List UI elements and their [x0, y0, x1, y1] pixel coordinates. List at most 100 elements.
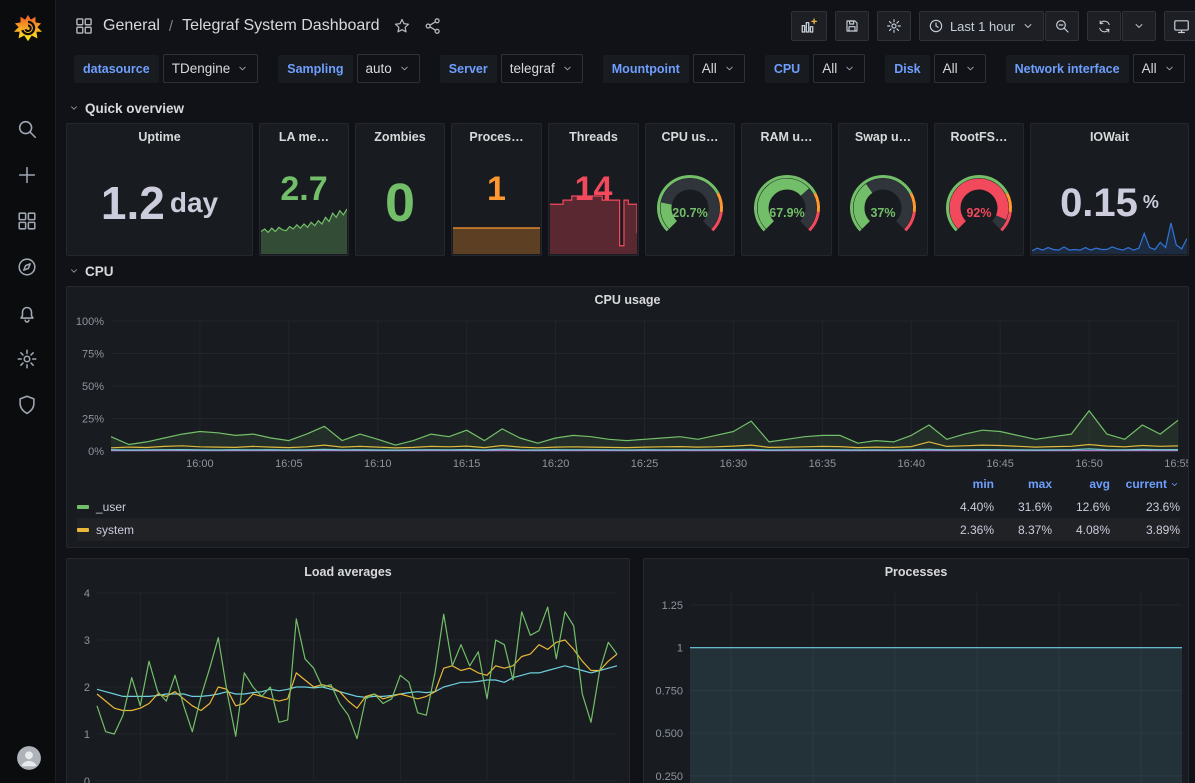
save-dashboard-button[interactable] [835, 11, 869, 41]
stat-panel-iowait: IOWait0.15% [1030, 123, 1189, 256]
stat-value-area: 67.9% [742, 150, 831, 255]
sparkline [1032, 221, 1187, 254]
stat-panel-uptime: Uptime1.2day [66, 123, 253, 256]
top-navbar: General / Telegraf System Dashboard Last… [56, 0, 1195, 52]
series-name: system [96, 523, 134, 537]
section-cpu[interactable]: CPU [66, 256, 1189, 286]
sidebar-item-explore[interactable] [16, 256, 40, 280]
panel-title[interactable]: Proces… [452, 124, 541, 150]
share-icon[interactable] [424, 17, 442, 35]
breadcrumb: General / Telegraf System Dashboard [74, 16, 442, 36]
panel-title[interactable]: RootFS… [935, 124, 1023, 150]
grafana-logo[interactable] [0, 0, 56, 56]
page-title[interactable]: Telegraf System Dashboard [182, 17, 379, 35]
sidebar-item-add[interactable] [16, 164, 40, 188]
variable-value-dropdown[interactable]: All [693, 54, 745, 83]
series-color-swatch[interactable] [77, 528, 89, 532]
chevron-down-icon [1169, 479, 1180, 490]
add-panel-button[interactable] [791, 11, 827, 41]
panel-title[interactable]: CPU usage [67, 287, 1188, 313]
stat-value: 14 [575, 172, 613, 206]
legend-sort-avg[interactable]: avg [1052, 477, 1110, 491]
legend-header-label: avg [1089, 477, 1110, 491]
legend-header-label: max [1028, 477, 1052, 491]
svg-text:4: 4 [84, 588, 90, 600]
panel-title[interactable]: RAM u… [742, 124, 831, 150]
sidebar-item-server-admin[interactable] [16, 394, 40, 418]
stat-panel-threads: Threads 14 [548, 123, 639, 256]
panel-title[interactable]: Swap u… [839, 124, 927, 150]
panel-title[interactable]: Load averages [67, 559, 629, 585]
zoom-out-button[interactable] [1045, 11, 1079, 41]
panel-title[interactable]: Uptime [67, 124, 252, 150]
legend-sort-min[interactable]: min [936, 477, 994, 491]
variable-value-dropdown[interactable]: All [813, 54, 865, 83]
legend-series-toggle[interactable]: iowait [77, 546, 936, 549]
stats-row: Uptime1.2dayLA me…2.7Zombies0Proces…1Thr… [66, 123, 1189, 256]
processes-chart: 0.2500.5000.75011.25 [644, 585, 1188, 783]
kiosk-mode-button[interactable] [1164, 11, 1195, 41]
stat-panel-zombies: Zombies0 [355, 123, 445, 256]
svg-text:16:10: 16:10 [364, 458, 392, 470]
sidebar-item-alerting[interactable] [16, 302, 40, 326]
legend-sort-max[interactable]: max [994, 477, 1052, 491]
legend-series-toggle[interactable]: system [77, 523, 936, 537]
variable-label[interactable]: CPU [765, 55, 809, 83]
legend-value-current: 23.6% [1110, 500, 1180, 514]
stat-panel-ramu: RAM u…67.9% [741, 123, 832, 256]
refresh-button[interactable] [1087, 11, 1121, 41]
cpu_usage-svg: 0%25%50%75%100%16:0016:0516:1016:1516:20… [67, 313, 1188, 473]
refresh-interval-button[interactable] [1122, 11, 1156, 41]
legend-value-min: 0.696% [936, 546, 994, 549]
variable-value-dropdown[interactable]: All [934, 54, 986, 83]
panel-title[interactable]: CPU us… [646, 124, 734, 150]
panel-title[interactable]: Processes [644, 559, 1188, 585]
sidebar [0, 0, 56, 783]
variable-value-dropdown[interactable]: All [1133, 54, 1185, 83]
stat-value-area: 37% [839, 150, 927, 255]
legend-series-toggle[interactable]: _user [77, 500, 936, 514]
variable-label[interactable]: datasource [74, 55, 159, 83]
section-quick-overview[interactable]: Quick overview [66, 93, 1189, 123]
breadcrumb-section[interactable]: General [103, 17, 160, 35]
variable-value-dropdown[interactable]: auto [357, 54, 420, 83]
panel-title[interactable]: Zombies [356, 124, 444, 150]
variable-value: All [1142, 61, 1157, 76]
panel-title[interactable]: Threads [549, 124, 638, 150]
dashboard-settings-button[interactable] [877, 11, 911, 41]
svg-text:20.7%: 20.7% [672, 206, 707, 220]
svg-text:50%: 50% [82, 381, 104, 393]
variable-disk: DiskAll [885, 54, 985, 83]
variable-label[interactable]: Disk [885, 55, 929, 83]
apps-icon [74, 16, 94, 36]
sidebar-item-configuration[interactable] [16, 348, 40, 372]
svg-text:16:00: 16:00 [186, 458, 214, 470]
variable-label[interactable]: Network interface [1006, 55, 1129, 83]
user-avatar[interactable] [16, 745, 40, 769]
dashboards-icon [16, 210, 38, 232]
sidebar-item-dashboards[interactable] [16, 210, 40, 234]
variable-label[interactable]: Sampling [278, 55, 352, 83]
variable-value-dropdown[interactable]: TDengine [163, 54, 259, 83]
svg-text:92%: 92% [966, 206, 991, 220]
panel-title[interactable]: LA me… [260, 124, 348, 150]
alerting-icon [16, 302, 38, 324]
svg-text:16:35: 16:35 [809, 458, 837, 470]
svg-text:16:30: 16:30 [720, 458, 748, 470]
chevron-down-icon [561, 62, 574, 75]
stat-panel-cpuus: CPU us… 20.7% [645, 123, 735, 256]
variable-label[interactable]: Server [440, 55, 497, 83]
time-range-picker[interactable]: Last 1 hour [919, 11, 1044, 41]
time-range-label: Last 1 hour [950, 19, 1015, 34]
legend-sort-current[interactable]: current [1110, 477, 1180, 491]
variable-mountpoint: MountpointAll [603, 54, 745, 83]
variable-label[interactable]: Mountpoint [603, 55, 689, 83]
stat-value: 1 [487, 172, 506, 206]
legend-header-label: min [973, 477, 994, 491]
variable-value-dropdown[interactable]: telegraf [501, 54, 583, 83]
sidebar-item-search[interactable] [16, 118, 40, 142]
series-color-swatch[interactable] [77, 505, 89, 509]
star-icon[interactable] [393, 17, 411, 35]
chevron-down-icon [1021, 19, 1035, 33]
panel-title[interactable]: IOWait [1031, 124, 1188, 150]
